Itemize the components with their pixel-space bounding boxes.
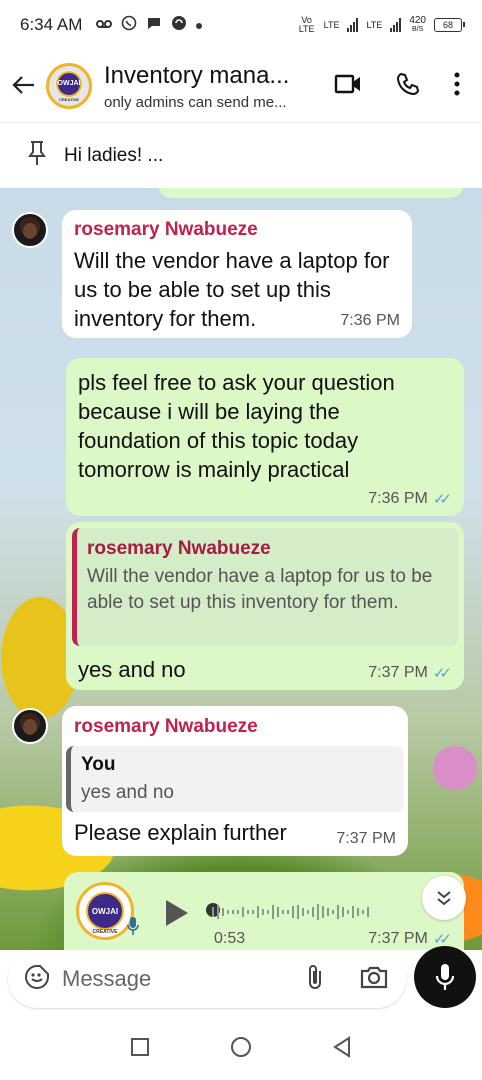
message-text: yes and no	[78, 657, 186, 682]
quoted-text: yes and no	[81, 782, 174, 803]
composer: Message	[0, 946, 482, 1018]
message-time: 7:37 PM	[368, 930, 428, 947]
volte-label: Vo LTE	[298, 15, 315, 34]
dot-icon	[196, 16, 203, 34]
pin-icon	[28, 140, 46, 171]
quoted-message[interactable]: You yes and no	[66, 746, 404, 812]
group-avatar[interactable]: OWJAI CREATIVE	[46, 63, 92, 109]
chat-icon	[146, 15, 162, 36]
read-receipt-icon: ✓✓	[432, 491, 452, 508]
chat-info[interactable]: Inventory mana... only admins can send m…	[104, 62, 304, 111]
sim2-tech: LTE	[366, 20, 383, 30]
video-call-icon[interactable]	[334, 73, 362, 100]
header-actions	[334, 72, 460, 101]
message-meta: 7:36 PM	[340, 312, 400, 330]
whatsapp-icon	[121, 15, 137, 36]
system-status: Vo LTE LTE LTE 420 B/S 68	[298, 15, 465, 34]
chat-area[interactable]: rosemary Nwabueze Will the vendor have a…	[0, 188, 482, 950]
message-bubble-incoming[interactable]: rosemary Nwabueze Will the vendor have a…	[62, 210, 412, 338]
sender-name[interactable]: rosemary Nwabueze	[74, 219, 258, 241]
record-voice-button[interactable]	[414, 946, 476, 1008]
back-arrow-icon[interactable]	[2, 71, 46, 102]
message-time: 7:36 PM	[340, 312, 400, 329]
net-speed-value: 420	[409, 15, 426, 26]
group-logo: OWJAI	[56, 70, 82, 97]
back-button[interactable]	[332, 1035, 352, 1063]
message-time: 7:36 PM	[368, 490, 428, 507]
input-actions	[306, 963, 388, 996]
message-input-placeholder[interactable]: Message	[62, 966, 151, 992]
net-speed: 420 B/S	[409, 16, 426, 34]
double-chevron-down-icon	[437, 891, 451, 906]
message-time: 7:37 PM	[368, 664, 428, 681]
message-meta: 7:37 PM ✓✓	[368, 664, 452, 682]
camera-icon[interactable]	[360, 965, 388, 994]
pinned-message-text: Hi ladies! ...	[64, 144, 164, 166]
message-time: 7:37 PM	[336, 830, 396, 847]
message-bubble-outgoing[interactable]: pls feel free to ask your question becau…	[66, 358, 464, 516]
home-button[interactable]	[230, 1036, 252, 1063]
message-meta: 7:36 PM ✓✓	[368, 490, 452, 508]
chat-subtitle: only admins can send me...	[104, 93, 287, 111]
notification-icons	[96, 15, 203, 36]
attach-icon[interactable]	[306, 963, 324, 996]
sender-name[interactable]: rosemary Nwabueze	[74, 716, 258, 738]
more-options-icon[interactable]	[454, 72, 460, 101]
sync-icon	[171, 15, 187, 36]
message-meta: 7:37 PM ✓✓	[368, 930, 452, 948]
recents-button[interactable]	[130, 1037, 150, 1062]
message-bubble-incoming-reply[interactable]: rosemary Nwabueze You yes and no Please …	[62, 706, 408, 856]
microphone-icon	[435, 964, 455, 990]
emoji-sticker-icon[interactable]	[24, 964, 50, 995]
voicemail-icon	[96, 16, 113, 34]
signal-icon	[347, 18, 359, 32]
voice-sender-logo-subtext: CREATIVE	[92, 929, 118, 935]
signal2-icon	[390, 18, 402, 32]
chat-title: Inventory mana...	[104, 61, 290, 89]
quoted-message[interactable]: rosemary Nwabueze Will the vendor have a…	[72, 528, 458, 646]
previous-message-bubble[interactable]	[158, 188, 464, 198]
mic-badge-icon	[126, 916, 140, 941]
battery-level: 68	[442, 20, 453, 30]
voice-call-icon[interactable]	[396, 72, 420, 101]
voice-sender-logo: OWJAI	[86, 892, 124, 930]
group-logo-subtext: CREATIVE	[59, 96, 79, 102]
pinned-message-bar[interactable]: Hi ladies! ...	[0, 122, 482, 188]
message-text: pls feel free to ask your question becau…	[78, 370, 395, 482]
message-text: Please explain further	[74, 820, 287, 845]
voice-duration: 0:53	[214, 930, 246, 947]
voice-waveform[interactable]	[212, 902, 369, 922]
message-input-box[interactable]: Message	[8, 950, 406, 1008]
sim1-tech: LTE	[323, 20, 340, 30]
sender-avatar[interactable]	[12, 212, 48, 248]
quoted-sender: rosemary Nwabueze	[87, 538, 271, 559]
sender-avatar[interactable]	[12, 708, 48, 744]
scroll-to-bottom-button[interactable]	[422, 876, 466, 920]
voice-message-bubble[interactable]: OWJAI CREATIVE 0:53 7:37 PM ✓✓	[64, 872, 464, 950]
quoted-text: Will the vendor have a laptop for us to …	[87, 566, 433, 613]
chat-header: OWJAI CREATIVE Inventory mana... only ad…	[0, 50, 482, 122]
read-receipt-icon: ✓✓	[432, 665, 452, 682]
net-speed-unit: B/S	[412, 26, 424, 33]
quoted-sender: You	[81, 754, 116, 775]
battery-icon: 68	[434, 18, 465, 32]
status-bar: 6:34 AM Vo LTE LTE LTE 420 B/S 68	[0, 0, 482, 50]
play-icon[interactable]	[164, 898, 190, 933]
message-meta: 7:37 PM	[336, 830, 396, 848]
message-bubble-outgoing-reply[interactable]: rosemary Nwabueze Will the vendor have a…	[66, 522, 464, 690]
system-navigation-bar	[0, 1018, 482, 1080]
status-time: 6:34 AM	[20, 15, 83, 34]
